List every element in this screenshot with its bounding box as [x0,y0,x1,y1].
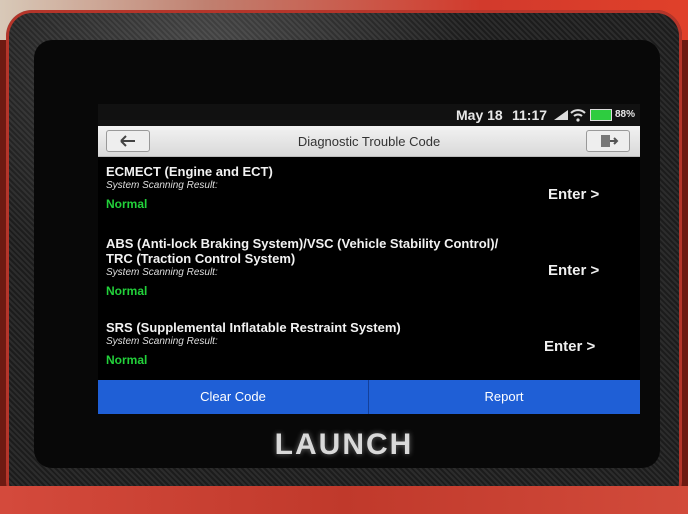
exit-button[interactable] [586,130,630,152]
page-title: Diagnostic Trouble Code [297,134,441,149]
system-name: SRS (Supplemental Inflatable Restraint S… [106,320,401,335]
bottom-action-bar: Clear Code Report [98,380,640,414]
system-name: ECMECT (Engine and ECT) [106,164,273,179]
device-case-bottom [0,486,688,514]
scan-status: Normal [106,353,148,367]
signal-icon [554,110,568,120]
battery-level: 88% [615,109,636,120]
brand-logo: LAUNCH [274,428,414,461]
status-bar: May 18 11:17 88% [98,104,640,126]
enter-button-srs[interactable]: Enter > [544,338,595,355]
status-time: 11:17 [512,107,548,123]
battery-icon [590,109,612,121]
device-screen: May 18 11:17 88% Diagnostic Trouble Code… [98,104,640,414]
system-name: ABS (Anti-lock Braking System)/VSC (Vehi… [106,236,499,251]
wifi-icon [570,109,586,122]
scan-status: Normal [106,284,148,298]
title-bar: Diagnostic Trouble Code [98,126,640,157]
clear-code-button[interactable]: Clear Code [98,380,368,414]
report-button[interactable]: Report [369,380,639,414]
enter-button-abs[interactable]: Enter > [548,262,599,279]
enter-button-ecmect[interactable]: Enter > [548,186,599,203]
status-date: May 18 [456,107,503,123]
exit-icon [601,135,619,147]
